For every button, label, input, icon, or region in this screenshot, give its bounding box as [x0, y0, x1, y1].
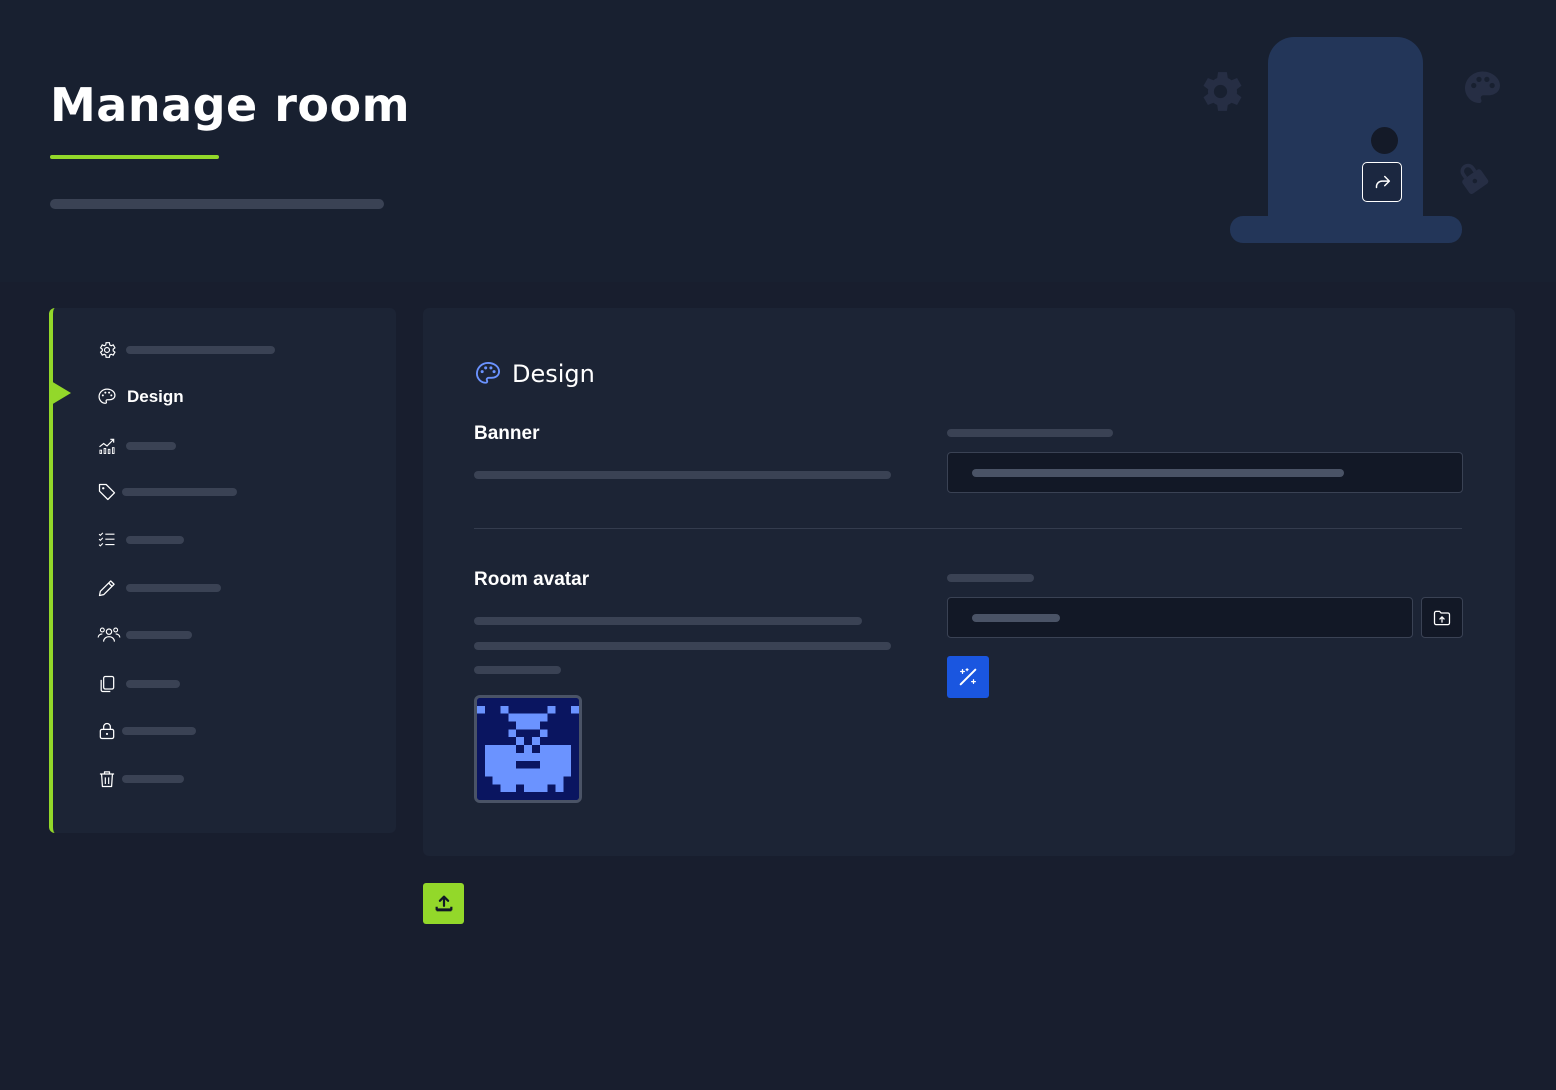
tag-icon — [98, 483, 116, 501]
section-divider — [474, 528, 1462, 529]
sidebar-item-statistics[interactable] — [97, 434, 176, 458]
room-avatar-description-placeholder — [474, 666, 561, 674]
upload-file-button[interactable] — [1421, 597, 1463, 638]
gear-icon — [1203, 72, 1242, 111]
avatar — [474, 695, 582, 803]
generate-avatar-button[interactable] — [947, 656, 989, 698]
palette-icon — [1465, 71, 1500, 103]
sidebar-item-tags[interactable] — [97, 480, 237, 504]
room-avatar-input[interactable] — [947, 597, 1413, 638]
sidebar-item-label-placeholder — [122, 488, 237, 496]
sidebar: Design — [49, 308, 396, 833]
sidebar-item-duplicate[interactable] — [97, 672, 180, 696]
sidebar-item-label-placeholder — [122, 775, 184, 783]
section-header: Design — [474, 360, 595, 388]
sidebar-item-members[interactable] — [97, 623, 192, 647]
title-underline — [50, 155, 219, 159]
sidebar-item-label-placeholder — [126, 536, 184, 544]
palette-icon — [475, 361, 501, 384]
folder-upload-icon — [1433, 610, 1451, 625]
pencil-icon — [98, 580, 115, 597]
room-avatar-description-placeholder — [474, 617, 862, 625]
chart-icon — [99, 438, 115, 454]
lock-icon — [99, 722, 115, 740]
users-icon — [97, 627, 121, 642]
checklist-icon — [98, 532, 115, 547]
banner-field-label-placeholder — [947, 429, 1113, 437]
room-avatar-description-placeholder — [474, 642, 891, 650]
sidebar-item-label-placeholder — [126, 631, 192, 639]
sidebar-item-delete[interactable] — [97, 767, 184, 791]
magic-wand-icon — [959, 668, 977, 686]
share-icon — [1375, 175, 1391, 189]
banner-input-value-placeholder — [972, 469, 1344, 477]
sidebar-item-edit[interactable] — [97, 576, 221, 600]
lock-icon — [1460, 163, 1489, 194]
save-button[interactable] — [423, 883, 464, 924]
sidebar-item-security[interactable] — [97, 719, 196, 743]
sidebar-item-label-placeholder — [126, 346, 275, 354]
design-panel: Design Banner Room avatar — [423, 308, 1515, 856]
sidebar-item-label-placeholder — [122, 727, 196, 735]
share-button[interactable] — [1362, 162, 1402, 202]
sidebar-item-settings[interactable] — [97, 338, 275, 362]
sidebar-item-design[interactable]: Design — [97, 385, 184, 409]
palette-icon — [98, 388, 116, 404]
room-avatar-label: Room avatar — [474, 569, 590, 590]
trash-icon — [99, 771, 115, 788]
room-avatar-field-label-placeholder — [947, 574, 1034, 582]
banner-label: Banner — [474, 423, 540, 444]
sidebar-item-label-placeholder — [126, 680, 180, 688]
section-title: Design — [512, 360, 595, 388]
sidebar-item-checklist[interactable] — [97, 528, 184, 552]
room-avatar-image — [477, 698, 579, 800]
copy-icon — [100, 675, 115, 693]
upload-icon — [435, 895, 452, 911]
gear-icon — [99, 342, 116, 358]
sidebar-item-label: Design — [127, 387, 184, 406]
active-indicator — [51, 381, 71, 405]
sidebar-item-label-placeholder — [126, 442, 176, 450]
page-title: Manage room — [50, 78, 411, 132]
banner-description-placeholder — [474, 471, 891, 479]
banner-input[interactable] — [947, 452, 1463, 493]
door-base — [1230, 216, 1462, 243]
door-knob — [1371, 127, 1398, 154]
sidebar-item-label-placeholder — [126, 584, 221, 592]
page-description-placeholder — [50, 199, 384, 209]
room-avatar-input-value-placeholder — [972, 614, 1060, 622]
